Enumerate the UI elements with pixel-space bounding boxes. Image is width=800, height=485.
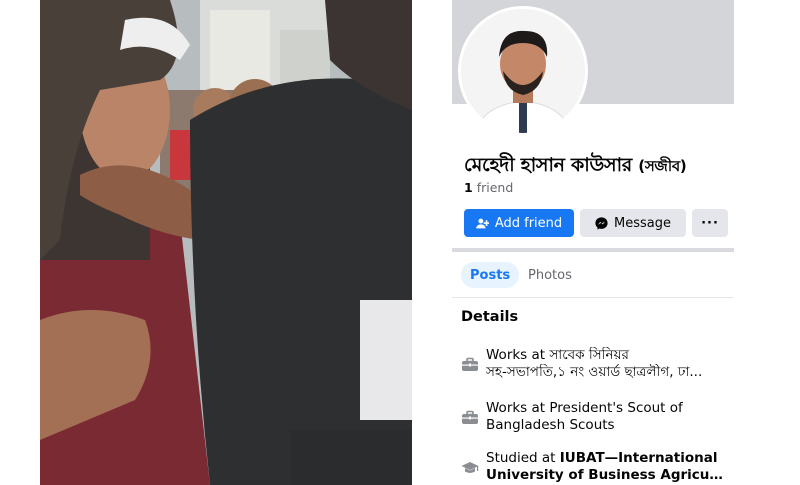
briefcase-icon: [461, 356, 479, 374]
tab-posts-label: Posts: [470, 267, 511, 283]
more-options-button[interactable]: ···: [692, 209, 728, 237]
detail-work-2-line1: Works at President's Scout of: [486, 400, 683, 416]
avatar[interactable]: [461, 9, 585, 133]
graduation-cap-icon: [461, 459, 479, 477]
profile-person-illustration: [461, 9, 585, 133]
detail-work-1[interactable]: Works at সাবেক সিনিয়র সহ-সভাপতি,১ নং ওয…: [461, 347, 731, 381]
news-photo: [40, 0, 412, 485]
profile-name: মেহেদী হাসান কাউসার (সজীব): [464, 151, 687, 183]
add-person-icon: [475, 217, 489, 230]
detail-education-prefix: Studied at: [486, 450, 560, 466]
briefcase-icon: [461, 409, 479, 427]
friend-count[interactable]: 1 friend: [464, 180, 513, 195]
tab-photos-label: Photos: [528, 267, 572, 283]
detail-education-line1: Studied at IUBAT—International: [486, 450, 726, 467]
more-options-label: ···: [701, 215, 719, 231]
message-button[interactable]: Message: [580, 209, 686, 237]
messenger-icon: [595, 216, 608, 230]
detail-work-1-line1: Works at সাবেক সিনিয়র: [486, 347, 629, 363]
tabs-divider: [452, 297, 734, 298]
avatar-border: [458, 6, 588, 136]
profile-name-main: মেহেদী হাসান কাউসার: [464, 154, 632, 176]
friend-count-number: 1: [464, 180, 473, 195]
detail-education-line2: University of Business Agricultur...: [486, 467, 726, 483]
friend-count-label: friend: [476, 180, 514, 195]
add-friend-button[interactable]: Add friend: [464, 209, 574, 237]
profile-name-alternate: (সজীব): [638, 157, 687, 175]
add-friend-label: Add friend: [494, 215, 563, 231]
tab-posts[interactable]: Posts: [461, 262, 520, 288]
facebook-profile-panel: মেহেদী হাসান কাউসার (সজীব) 1 friend Add …: [452, 0, 734, 485]
detail-work-2[interactable]: Works at President's Scout of Bangladesh…: [461, 400, 731, 434]
detail-education[interactable]: Studied at IUBAT—International Universit…: [461, 450, 731, 484]
details-heading: Details: [461, 309, 519, 325]
section-divider: [452, 248, 734, 252]
detail-work-2-line2: Bangladesh Scouts: [486, 417, 615, 433]
crowd-photo-illustration: [40, 0, 412, 485]
tab-photos[interactable]: Photos: [519, 262, 581, 288]
message-label: Message: [614, 215, 671, 231]
detail-work-1-line2: সহ-সভাপতি,১ নং ওয়ার্ড ছাত্রলীগ, ঢা...: [486, 364, 703, 380]
detail-education-school: IUBAT—International: [559, 450, 718, 466]
